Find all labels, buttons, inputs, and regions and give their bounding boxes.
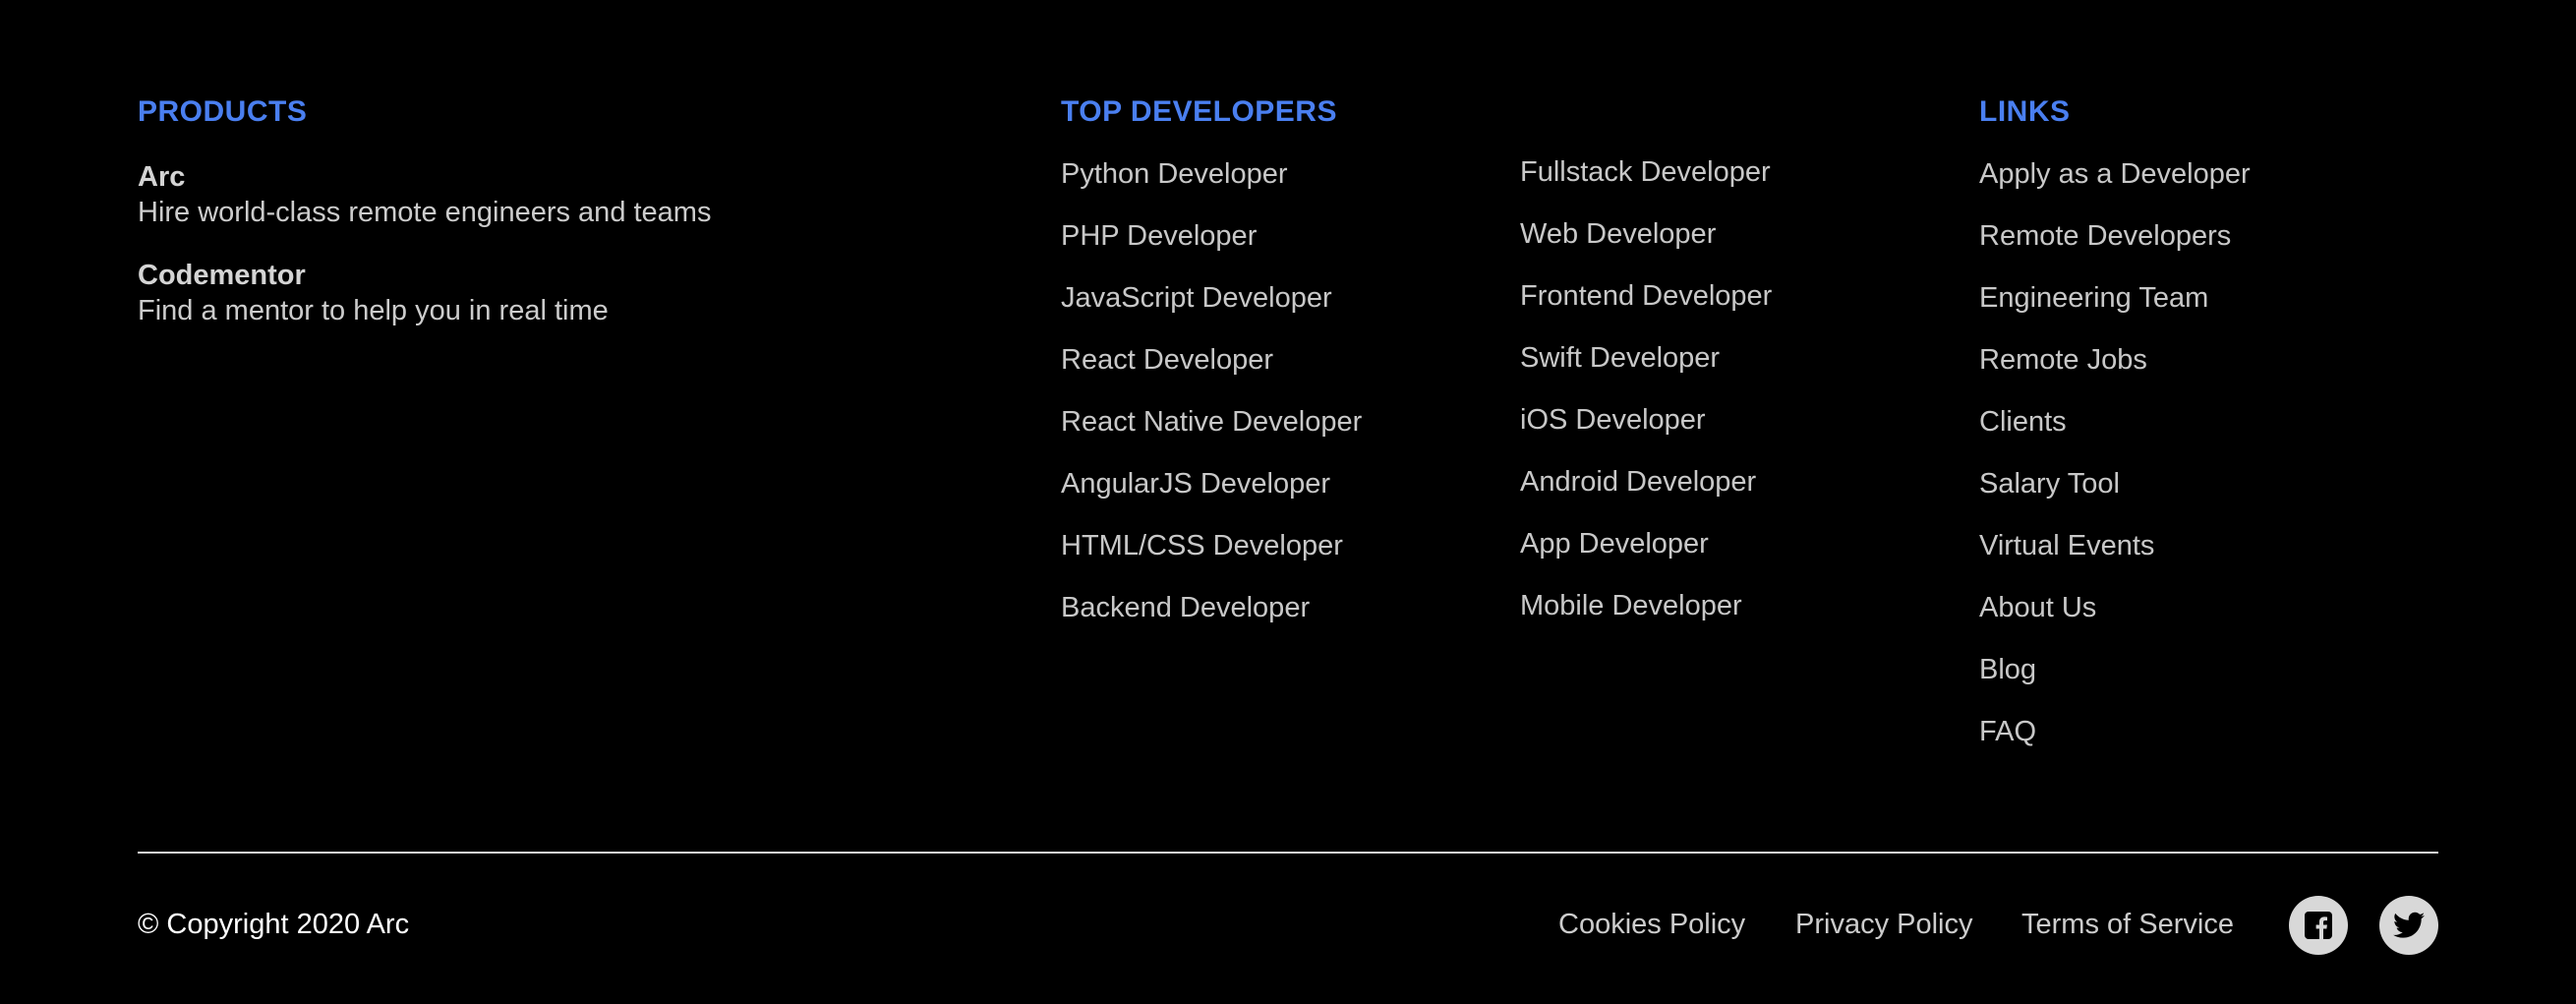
site-footer: PRODUCTS Arc Hire world-class remote eng…	[0, 0, 2576, 1004]
dev-link-angularjs[interactable]: AngularJS Developer	[1061, 466, 1330, 502]
list-item: Fullstack Developer	[1520, 154, 1772, 216]
links-column: Apply as a Developer Remote Developers E…	[1979, 156, 2251, 776]
list-item: iOS Developer	[1520, 402, 1772, 464]
facebook-icon	[2305, 912, 2332, 939]
dev-link-android[interactable]: Android Developer	[1520, 464, 1756, 500]
dev-link-swift[interactable]: Swift Developer	[1520, 340, 1720, 376]
list-item: HTML/CSS Developer	[1061, 528, 1362, 590]
dev-link-javascript[interactable]: JavaScript Developer	[1061, 280, 1332, 316]
list-item: Swift Developer	[1520, 340, 1772, 402]
dev-link-python[interactable]: Python Developer	[1061, 156, 1288, 192]
terms-of-service-link[interactable]: Terms of Service	[2021, 907, 2234, 942]
top-developers-column-1: Python Developer PHP Developer JavaScrip…	[1061, 156, 1362, 652]
list-item: Clients	[1979, 404, 2251, 466]
dev-link-react[interactable]: React Developer	[1061, 342, 1273, 378]
copyright-text: © Copyright 2020 Arc	[138, 909, 410, 940]
link-virtual-events[interactable]: Virtual Events	[1979, 528, 2154, 563]
list-item: Remote Developers	[1979, 218, 2251, 280]
dev-link-web[interactable]: Web Developer	[1520, 216, 1716, 252]
list-item: About Us	[1979, 590, 2251, 652]
link-faq[interactable]: FAQ	[1979, 714, 2036, 749]
link-apply-developer[interactable]: Apply as a Developer	[1979, 156, 2251, 192]
list-item: React Developer	[1061, 342, 1362, 404]
link-clients[interactable]: Clients	[1979, 404, 2067, 440]
link-about-us[interactable]: About Us	[1979, 590, 2096, 625]
footer-divider	[138, 852, 2438, 854]
top-developers-column-2: Fullstack Developer Web Developer Fronte…	[1520, 154, 1772, 650]
list-item: Blog	[1979, 652, 2251, 714]
dev-link-fullstack[interactable]: Fullstack Developer	[1520, 154, 1771, 190]
list-item: Remote Jobs	[1979, 342, 2251, 404]
dev-link-react-native[interactable]: React Native Developer	[1061, 404, 1362, 440]
dev-link-frontend[interactable]: Frontend Developer	[1520, 278, 1772, 314]
link-remote-developers[interactable]: Remote Developers	[1979, 218, 2231, 254]
list-item: AngularJS Developer	[1061, 466, 1362, 528]
products-heading: PRODUCTS	[138, 95, 308, 128]
link-engineering-team[interactable]: Engineering Team	[1979, 280, 2208, 316]
dev-link-php[interactable]: PHP Developer	[1061, 218, 1257, 254]
product-arc-description: Hire world-class remote engineers and te…	[138, 197, 712, 228]
list-item: JavaScript Developer	[1061, 280, 1362, 342]
product-codementor-name[interactable]: Codementor	[138, 258, 306, 293]
list-item: Python Developer	[1061, 156, 1362, 218]
list-item: Apply as a Developer	[1979, 156, 2251, 218]
list-item: React Native Developer	[1061, 404, 1362, 466]
link-salary-tool[interactable]: Salary Tool	[1979, 466, 2120, 502]
twitter-icon	[2393, 912, 2425, 939]
list-item: Web Developer	[1520, 216, 1772, 278]
list-item: Mobile Developer	[1520, 588, 1772, 650]
links-heading: LINKS	[1979, 95, 2071, 128]
dev-link-ios[interactable]: iOS Developer	[1520, 402, 1706, 438]
twitter-button[interactable]	[2379, 896, 2438, 955]
link-remote-jobs[interactable]: Remote Jobs	[1979, 342, 2147, 378]
link-blog[interactable]: Blog	[1979, 652, 2036, 687]
list-item: Engineering Team	[1979, 280, 2251, 342]
product-codementor-description: Find a mentor to help you in real time	[138, 295, 609, 326]
top-developers-heading: TOP DEVELOPERS	[1061, 95, 1337, 128]
dev-link-mobile[interactable]: Mobile Developer	[1520, 588, 1742, 623]
list-item: Backend Developer	[1061, 590, 1362, 652]
list-item: Salary Tool	[1979, 466, 2251, 528]
product-arc-name[interactable]: Arc	[138, 159, 185, 195]
facebook-button[interactable]	[2289, 896, 2348, 955]
dev-link-backend[interactable]: Backend Developer	[1061, 590, 1310, 625]
list-item: Virtual Events	[1979, 528, 2251, 590]
list-item: PHP Developer	[1061, 218, 1362, 280]
list-item: Android Developer	[1520, 464, 1772, 526]
dev-link-html-css[interactable]: HTML/CSS Developer	[1061, 528, 1343, 563]
list-item: FAQ	[1979, 714, 2251, 776]
list-item: Frontend Developer	[1520, 278, 1772, 340]
dev-link-app[interactable]: App Developer	[1520, 526, 1709, 561]
list-item: App Developer	[1520, 526, 1772, 588]
privacy-policy-link[interactable]: Privacy Policy	[1795, 907, 1973, 942]
cookies-policy-link[interactable]: Cookies Policy	[1558, 907, 1745, 942]
